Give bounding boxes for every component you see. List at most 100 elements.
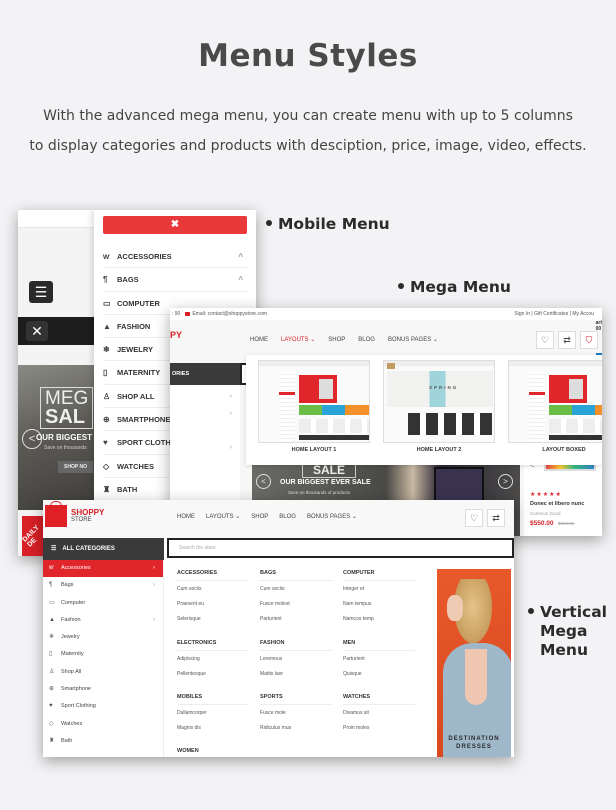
group-link[interactable]: Cum sociis (177, 586, 249, 601)
nav-item[interactable]: BONUS PAGES ⌄ (388, 337, 438, 343)
compare-icon[interactable]: ⇄ (558, 331, 576, 349)
hero-shop-button[interactable]: SHOP NO (58, 461, 93, 473)
group-link[interactable]: Integer et (343, 586, 415, 601)
chevron-right-icon[interactable]: › (153, 612, 155, 629)
group-link[interactable]: Parturient (260, 616, 332, 631)
category-item[interactable]: ♥ Sport Clothing (43, 698, 163, 715)
nav-item[interactable]: BLOG (279, 514, 296, 520)
layout-label-2[interactable]: HOME LAYOUT 2 (383, 447, 495, 453)
layout-label-1[interactable]: HOME LAYOUT 1 (258, 447, 370, 453)
layout-thumbnail-3[interactable] (508, 360, 602, 443)
mobile-menu-item[interactable]: ¶ BAGS ^ (103, 268, 247, 292)
close-icon[interactable]: ✕ (26, 321, 48, 341)
category-item[interactable]: ▯ Maternity (43, 646, 163, 663)
group-heading[interactable]: BAGS (260, 570, 332, 581)
nav-item[interactable]: LAYOUTS ⌄ (281, 337, 315, 343)
nav-item[interactable]: SHOP (328, 337, 345, 343)
all-categories-bar[interactable]: ORIES (170, 363, 240, 385)
group-link[interactable]: Praesent eu (177, 601, 249, 616)
logo-fragment[interactable]: PY (170, 330, 182, 340)
category-item[interactable]: ♜ Bath (43, 733, 163, 750)
menu-column-group: WOMEN (177, 748, 249, 757)
layout-thumbnail-1[interactable] (258, 360, 370, 443)
group-heading[interactable]: WATCHES (343, 694, 415, 705)
group-link[interactable]: Magnis dis (177, 725, 249, 740)
group-link[interactable]: Ridiculus mus (260, 725, 332, 740)
heart-icon[interactable]: ♡ (536, 331, 554, 349)
group-link[interactable]: Loremous (260, 656, 332, 671)
group-heading[interactable]: FASHION (260, 640, 332, 651)
group-link[interactable]: Divamus sit (343, 710, 415, 725)
category-item[interactable]: ◇ Watches (43, 716, 163, 733)
group-link[interactable]: Dullamcorper (177, 710, 249, 725)
group-link[interactable]: Pellentesque (177, 671, 249, 686)
group-link[interactable]: Proin moles (343, 725, 415, 740)
group-heading[interactable]: ELECTRONICS (177, 640, 249, 651)
heart-icon[interactable]: ♡ (465, 509, 483, 527)
nav-item[interactable]: HOME (250, 337, 268, 343)
search-input[interactable]: Search the store (167, 538, 514, 558)
chevron-right-icon[interactable]: › (230, 393, 232, 400)
all-categories-bar[interactable]: ☰ ALL CATEGORIES (43, 538, 164, 560)
group-link[interactable]: Adipiscing (177, 656, 249, 671)
menu-column-group: SPORTS Fusce mole Ridiculus mus (260, 694, 332, 740)
cart-icon[interactable]: ⛉ (580, 331, 598, 349)
chevron-right-icon[interactable]: › (153, 577, 155, 594)
brand-name[interactable]: SHOPPY (71, 508, 104, 517)
chevron-left-icon[interactable]: < (256, 474, 271, 489)
mobile-menu-item[interactable]: ⱳ ACCESSORIES ^ (103, 245, 247, 269)
category-item[interactable]: ▭ Computer (43, 595, 163, 612)
banner-line-1: DESTINATION (448, 736, 500, 742)
category-icon: ♥ (49, 703, 53, 710)
account-links[interactable]: Sign In | Gift Certificates | My Accou (514, 308, 594, 320)
group-link[interactable]: Quisque (343, 671, 415, 686)
chevron-right-icon[interactable]: › (230, 444, 232, 451)
category-item[interactable]: ♙ Shop All (43, 664, 163, 681)
mobile-menu-item-label: BATH (117, 484, 138, 494)
group-heading[interactable]: WOMEN (177, 748, 249, 757)
label-mega-menu: Mega Menu (398, 278, 511, 297)
group-heading[interactable]: MEN (343, 640, 415, 651)
group-link[interactable]: Selerisque (177, 616, 249, 631)
group-link[interactable]: Fusce molest (260, 601, 332, 616)
chevron-up-icon[interactable]: ^ (238, 268, 243, 291)
category-item[interactable]: ¶ Bags › (43, 577, 163, 594)
group-link[interactable]: Mattis laor (260, 671, 332, 686)
group-heading[interactable]: COMPUTER (343, 570, 415, 581)
group-link[interactable]: Namcos temp (343, 616, 415, 631)
hamburger-icon[interactable]: ☰ (29, 281, 53, 303)
nav-item[interactable]: SHOP (251, 514, 268, 520)
product-card[interactable]: < ★★★★★ Donec et libero nunc Common Good… (524, 453, 602, 536)
category-item[interactable]: ❄ Jewelry (43, 629, 163, 646)
category-icon: ⱳ (49, 565, 55, 571)
chevron-right-icon[interactable]: › (153, 560, 155, 577)
layout-label-3[interactable]: LAYOUT BOXED (508, 447, 602, 453)
category-item[interactable]: ⊕ Smartphone (43, 681, 163, 698)
drawer-close-button[interactable]: ✖ (103, 216, 247, 234)
menu-column-group: FASHION Loremous Mattis laor (260, 640, 332, 686)
nav-item[interactable]: BLOG (358, 337, 375, 343)
label-vertical-mega-menu: Vertical Mega Menu (528, 603, 607, 660)
group-heading[interactable]: MOBILES (177, 694, 249, 705)
chevron-right-icon[interactable]: › (230, 410, 232, 417)
group-link[interactable]: Parturient (343, 656, 415, 671)
compare-icon[interactable]: ⇄ (487, 509, 505, 527)
shopping-bag-logo-icon[interactable] (45, 501, 67, 527)
group-link[interactable]: Nam tempus (343, 601, 415, 616)
group-link[interactable]: Cum sociis (260, 586, 332, 601)
chevron-up-icon[interactable]: ^ (238, 245, 243, 268)
group-link[interactable]: Fusce mole (260, 710, 332, 725)
category-item[interactable]: ▲ Fashion › (43, 612, 163, 629)
chevron-right-icon[interactable]: > (498, 474, 513, 489)
product-name[interactable]: Donec et libero nunc (530, 501, 584, 507)
nav-item[interactable]: LAYOUTS ⌄ (206, 514, 240, 520)
nav-item[interactable]: HOME (177, 514, 195, 520)
envelope-icon (185, 311, 191, 316)
group-heading[interactable]: ACCESSORIES (177, 570, 249, 581)
category-item[interactable]: ⱳ Accessories › (43, 560, 163, 578)
destination-dresses-banner[interactable]: DESTINATION DRESSES (437, 569, 511, 757)
nav-item[interactable]: BONUS PAGES ⌄ (307, 514, 357, 520)
layout-thumbnail-2[interactable]: SPRING (383, 360, 495, 443)
email-text[interactable]: Email: contact@shoppystore.com (192, 311, 267, 317)
group-heading[interactable]: SPORTS (260, 694, 332, 705)
